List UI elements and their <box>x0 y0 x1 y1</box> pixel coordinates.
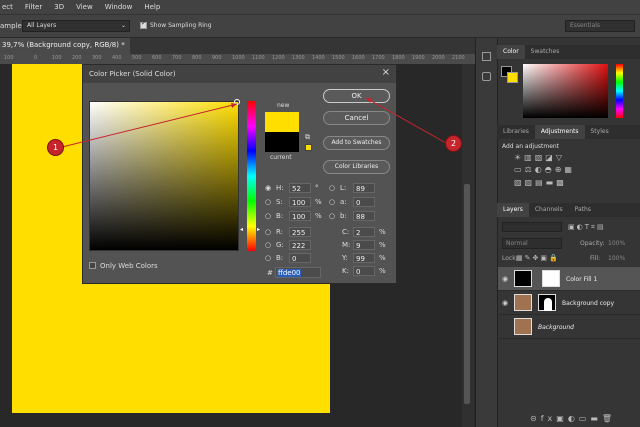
callout-badge-2: 2 <box>445 135 462 152</box>
callout-badge-1: 1 <box>47 139 64 156</box>
annotation-overlay <box>57 97 447 149</box>
arrow-line-2 <box>365 97 447 144</box>
arrow-line-1 <box>57 103 238 149</box>
